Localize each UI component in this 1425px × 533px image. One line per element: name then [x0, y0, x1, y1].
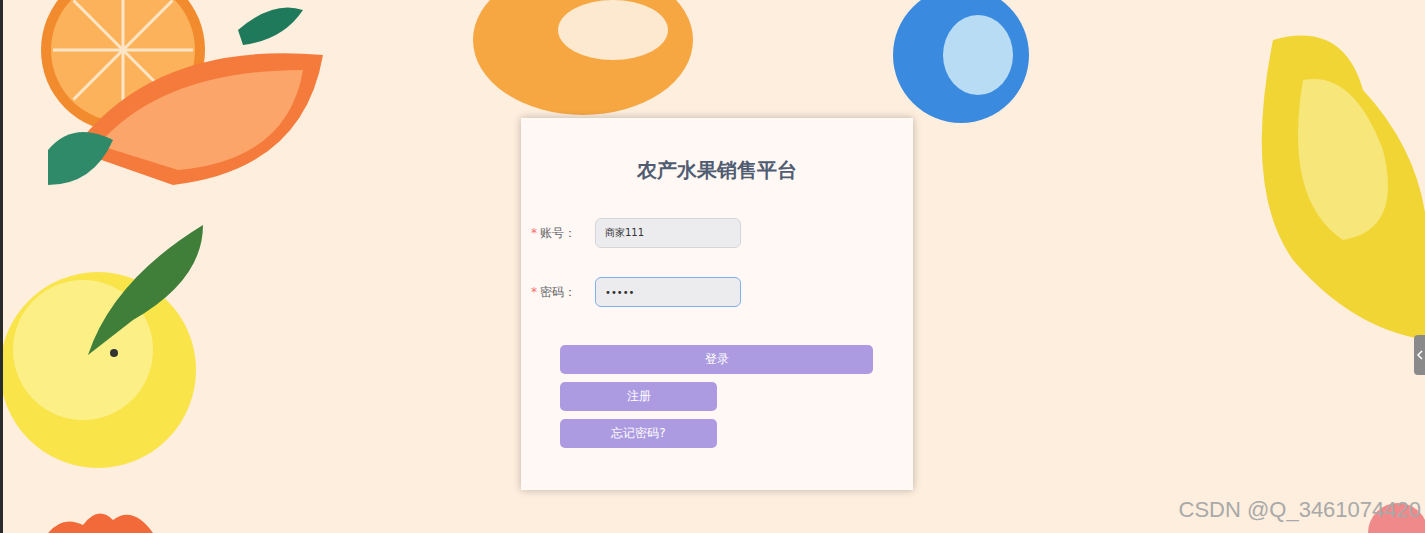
chevron-left-icon [1416, 350, 1424, 360]
text-input[interactable] [595, 218, 741, 248]
login-card: 农产水果销售平台 *账号： *密码： 登录注册忘记密码? [521, 118, 913, 490]
field-label: *密码： [521, 284, 595, 301]
required-mark: * [531, 226, 537, 240]
action-button[interactable]: 注册 [560, 382, 717, 411]
required-mark: * [531, 285, 537, 299]
watermark: CSDN @Q_3461074420 [1179, 497, 1421, 523]
action-button[interactable]: 登录 [560, 345, 873, 374]
platform-title: 农产水果销售平台 [521, 156, 913, 184]
action-button[interactable]: 忘记密码? [560, 419, 717, 448]
form-row: *账号： [521, 218, 913, 248]
field-label: *账号： [521, 225, 595, 242]
login-form: *账号： *密码： [521, 218, 913, 307]
login-page: 农产水果销售平台 *账号： *密码： 登录注册忘记密码? CSDN @Q_3461074… [0, 0, 1425, 533]
button-group: 登录注册忘记密码? [521, 345, 873, 448]
form-row: *密码： [521, 277, 913, 307]
side-tab[interactable] [1414, 335, 1425, 375]
text-input[interactable] [595, 277, 741, 307]
